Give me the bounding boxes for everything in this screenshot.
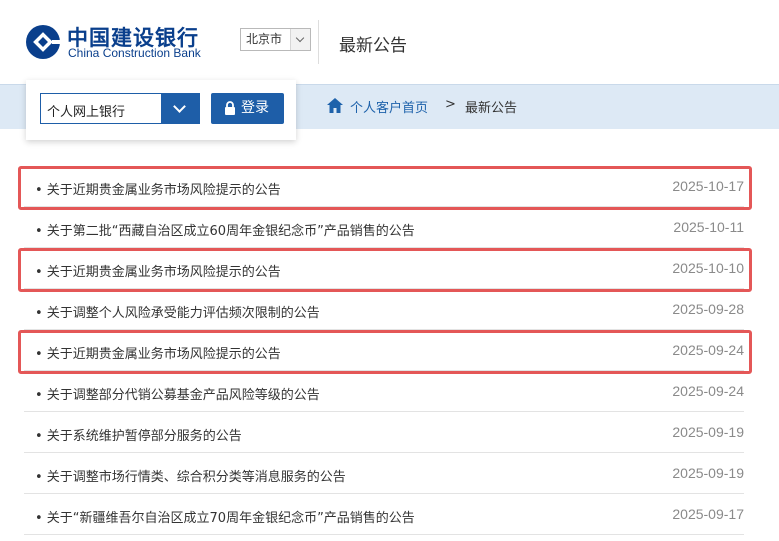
announcement-title-link[interactable]: • 关于近期贵金属业务市场风险提示的公告 — [35, 179, 281, 198]
page-title: 最新公告 — [339, 36, 407, 56]
announcement-date: 2025-10-11 — [673, 219, 744, 235]
login-button-label: 登录 — [241, 100, 269, 116]
list-item[interactable]: • 关于调整部分代销公募基金产品风险等级的公告 2025-09-24 — [24, 371, 744, 412]
announcement-date: 2025-09-17 — [672, 506, 744, 522]
list-item[interactable]: • 关于调整个人风险承受能力评估频次限制的公告 2025-09-28 — [24, 289, 744, 330]
announcement-list: • 关于近期贵金属业务市场风险提示的公告 2025-10-17 • 关于第二批“… — [18, 166, 752, 535]
ccb-logo[interactable]: 中国建设银行 China Construction Bank — [25, 24, 225, 64]
banking-channel-value: 个人网上银行 — [47, 105, 126, 120]
announcement-date: 2025-10-17 — [672, 178, 744, 194]
announcement-title-link[interactable]: • 关于调整市场行情类、综合积分类等消息服务的公告 — [35, 466, 346, 485]
header-divider — [318, 20, 319, 64]
announcement-title-link[interactable]: • 关于“新疆维吾尔自治区成立70周年金银纪念币”产品销售的公告 — [35, 507, 415, 526]
banking-channel-select[interactable]: 个人网上银行 — [40, 93, 200, 124]
breadcrumb-home-link[interactable]: 个人客户首页 — [350, 97, 428, 116]
lock-icon — [225, 101, 235, 115]
announcement-title-link[interactable]: • 关于近期贵金属业务市场风险提示的公告 — [35, 261, 281, 280]
announcement-date: 2025-09-24 — [672, 383, 744, 399]
announcement-date: 2025-09-19 — [672, 424, 744, 440]
logo-english-name: China Construction Bank — [68, 46, 201, 60]
breadcrumb-separator: > — [445, 97, 456, 112]
chevron-down-icon[interactable] — [161, 94, 199, 123]
home-icon[interactable] — [326, 97, 344, 114]
city-select-value: 北京市 — [246, 32, 283, 46]
list-item[interactable]: • 关于“新疆维吾尔自治区成立70周年金银纪念币”产品销售的公告 2025-09… — [24, 494, 744, 535]
chevron-down-icon — [290, 29, 310, 50]
announcement-title-link[interactable]: • 关于近期贵金属业务市场风险提示的公告 — [35, 343, 281, 362]
announcement-date: 2025-10-10 — [672, 260, 744, 276]
announcement-date: 2025-09-19 — [672, 465, 744, 481]
list-item[interactable]: • 关于近期贵金属业务市场风险提示的公告 2025-10-17 — [18, 166, 752, 210]
breadcrumb-current: 最新公告 — [465, 101, 518, 116]
list-item[interactable]: • 关于近期贵金属业务市场风险提示的公告 2025-10-10 — [18, 248, 752, 292]
announcement-title-link[interactable]: • 关于调整个人风险承受能力评估频次限制的公告 — [35, 302, 320, 321]
list-item[interactable]: • 关于调整市场行情类、综合积分类等消息服务的公告 2025-09-19 — [24, 453, 744, 494]
city-select[interactable]: 北京市 — [240, 28, 311, 51]
announcement-date: 2025-09-28 — [672, 301, 744, 317]
announcement-title-link[interactable]: • 关于第二批“西藏自治区成立60周年金银纪念币”产品销售的公告 — [35, 220, 415, 239]
announcement-date: 2025-09-24 — [672, 342, 744, 358]
list-item[interactable]: • 关于近期贵金属业务市场风险提示的公告 2025-09-24 — [18, 330, 752, 374]
list-item[interactable]: • 关于第二批“西藏自治区成立60周年金银纪念币”产品销售的公告 2025-10… — [24, 207, 744, 248]
login-card: 个人网上银行 登录 — [26, 80, 296, 140]
list-item[interactable]: • 关于系统维护暂停部分服务的公告 2025-09-19 — [24, 412, 744, 453]
login-button[interactable]: 登录 — [211, 93, 284, 124]
announcement-title-link[interactable]: • 关于系统维护暂停部分服务的公告 — [35, 425, 242, 444]
ccb-emblem-icon — [26, 25, 61, 59]
announcement-title-link[interactable]: • 关于调整部分代销公募基金产品风险等级的公告 — [35, 384, 320, 403]
page-header: 中国建设银行 China Construction Bank 北京市 最新公告 — [0, 0, 779, 84]
